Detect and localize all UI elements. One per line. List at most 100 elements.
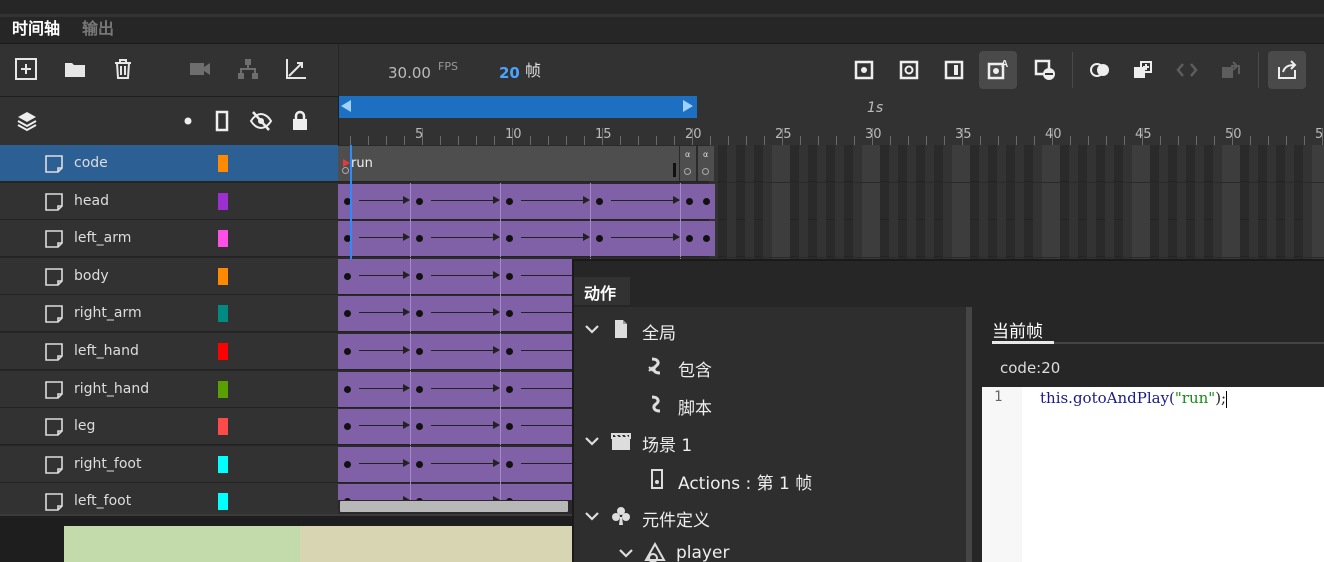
insert-keyframe-button[interactable] <box>845 51 883 89</box>
keyframe-dot[interactable] <box>344 348 351 355</box>
layer-parent-icon[interactable] <box>235 56 261 82</box>
tree-scrollbar[interactable] <box>966 307 972 562</box>
dot-icon[interactable] <box>176 109 200 133</box>
layer-name[interactable]: left_hand <box>74 343 139 359</box>
layer-row[interactable]: right_hand <box>0 370 338 408</box>
keyframe-dot[interactable] <box>506 460 513 468</box>
chevron-down-icon[interactable] <box>584 508 600 524</box>
play-range-bar[interactable] <box>339 96 697 118</box>
chevron-down-icon[interactable] <box>584 321 600 337</box>
layer-outline-color[interactable] <box>218 380 228 398</box>
tree-node[interactable]: 包含 <box>574 350 964 386</box>
code-editor[interactable]: 1 this.gotoAndPlay("run"); <box>982 387 1324 562</box>
tab-timeline[interactable]: 时间轴 <box>6 17 66 43</box>
scrollbar-thumb[interactable] <box>340 501 568 512</box>
eye-off-icon[interactable] <box>249 109 273 133</box>
frame-ruler[interactable]: 1s 5 10 15 20 25 30 35 40 45 50 55 <box>338 96 1324 145</box>
onion-skin-button[interactable] <box>1081 51 1119 89</box>
layer-name[interactable]: left_arm <box>74 230 131 246</box>
keyframe-dot[interactable] <box>686 197 693 205</box>
tree-node[interactable]: 脚本 <box>574 388 964 424</box>
tab-output[interactable]: 输出 <box>76 17 120 43</box>
layer-name[interactable]: leg <box>74 418 95 434</box>
layer-outline-color[interactable] <box>218 155 228 172</box>
tree-node[interactable]: 全局 <box>574 313 964 349</box>
insert-blank-keyframe-button[interactable] <box>890 51 928 89</box>
layer-row[interactable]: code <box>0 145 338 182</box>
action-keyframe[interactable]: α <box>698 146 714 181</box>
keyframe-dot[interactable] <box>703 197 710 205</box>
chevron-down-icon[interactable] <box>584 433 600 449</box>
tree-node[interactable]: player <box>574 537 964 562</box>
layer-row[interactable]: right_foot <box>0 445 338 483</box>
keyframe-dot[interactable] <box>506 272 513 280</box>
motion-tween-span[interactable] <box>338 221 715 257</box>
add-layer-icon[interactable] <box>13 56 39 82</box>
fps-value[interactable]: 30.00 <box>388 64 431 82</box>
keyframe-dot[interactable] <box>416 348 423 355</box>
layer-outline-color[interactable] <box>218 305 228 323</box>
layer-outline-color[interactable] <box>218 493 228 511</box>
camera-icon[interactable] <box>187 56 213 82</box>
layer-outline-color[interactable] <box>218 267 228 285</box>
layer-row[interactable]: left_arm <box>0 220 338 258</box>
tree-node[interactable]: 元件定义 <box>574 500 964 536</box>
swap-button[interactable] <box>1168 51 1206 89</box>
graph-icon[interactable] <box>283 56 309 82</box>
keyframe-dot[interactable] <box>506 348 513 355</box>
lock-icon[interactable] <box>288 109 312 133</box>
tree-node[interactable]: 场景 1 <box>574 425 964 461</box>
keyframe-dot[interactable] <box>506 385 513 393</box>
layer-outline-color[interactable] <box>218 455 228 473</box>
layer-name[interactable]: head <box>74 193 109 209</box>
insert-frame-button[interactable] <box>935 51 973 89</box>
layer-name[interactable]: code <box>74 155 108 171</box>
code-line[interactable]: this.gotoAndPlay("run"); <box>1040 389 1228 408</box>
layer-name[interactable]: left_foot <box>74 493 131 509</box>
frame-row[interactable]: run α α <box>338 145 1324 182</box>
layer-name[interactable]: right_hand <box>74 381 149 397</box>
keyframe-dot[interactable] <box>416 272 423 280</box>
layer-row[interactable]: body <box>0 257 338 295</box>
layer-row[interactable]: right_arm <box>0 295 338 333</box>
layer-row[interactable]: left_hand <box>0 333 338 370</box>
motion-tween-span[interactable] <box>338 183 715 219</box>
edit-multiple-frames-button[interactable] <box>1124 51 1162 89</box>
folder-icon[interactable] <box>62 56 88 82</box>
keyframe-dot[interactable] <box>596 197 603 205</box>
tab-current-frame[interactable]: 当前帧 <box>992 317 1043 342</box>
actions-panel-tab[interactable]: 动作 <box>574 277 630 305</box>
layers-icon[interactable] <box>15 109 39 133</box>
outline-icon[interactable] <box>210 109 234 133</box>
layer-outline-color[interactable] <box>218 418 228 436</box>
action-keyframe[interactable]: α <box>680 146 696 181</box>
layer-outline-color[interactable] <box>218 192 228 210</box>
layer-outline-color[interactable] <box>218 230 228 248</box>
frame-row[interactable] <box>338 182 1324 220</box>
chevron-down-icon[interactable] <box>618 545 634 561</box>
tree-node[interactable]: Actions : 第 1 帧 <box>574 463 964 499</box>
keyframe-dot[interactable] <box>344 272 351 280</box>
range-end-handle[interactable] <box>683 100 693 112</box>
keyframe-dot[interactable] <box>506 197 513 205</box>
layer-row[interactable]: leg <box>0 408 338 446</box>
layer-name[interactable]: right_arm <box>74 305 142 321</box>
layer-name[interactable]: right_foot <box>74 456 141 472</box>
playhead[interactable] <box>350 145 352 259</box>
keyframe-dot[interactable] <box>416 197 423 205</box>
keyframe-dot[interactable] <box>416 385 423 393</box>
remove-frame-button[interactable] <box>1026 51 1064 89</box>
layer-row[interactable]: head <box>0 182 338 220</box>
keyframe-dot[interactable] <box>416 460 423 468</box>
layer-name[interactable]: body <box>74 268 109 284</box>
tween-convert-button[interactable] <box>1268 51 1306 89</box>
trash-icon[interactable] <box>110 56 136 82</box>
current-frame-value[interactable]: 20 <box>499 64 520 82</box>
keyframe-dot[interactable] <box>344 385 351 393</box>
code-frame-span[interactable] <box>338 146 679 181</box>
paste-motion-button[interactable] <box>1212 51 1250 89</box>
frame-row[interactable] <box>338 220 1324 258</box>
auto-keyframe-button[interactable]: A <box>979 51 1017 89</box>
keyframe-dot[interactable] <box>344 460 351 468</box>
layer-outline-color[interactable] <box>218 343 228 360</box>
